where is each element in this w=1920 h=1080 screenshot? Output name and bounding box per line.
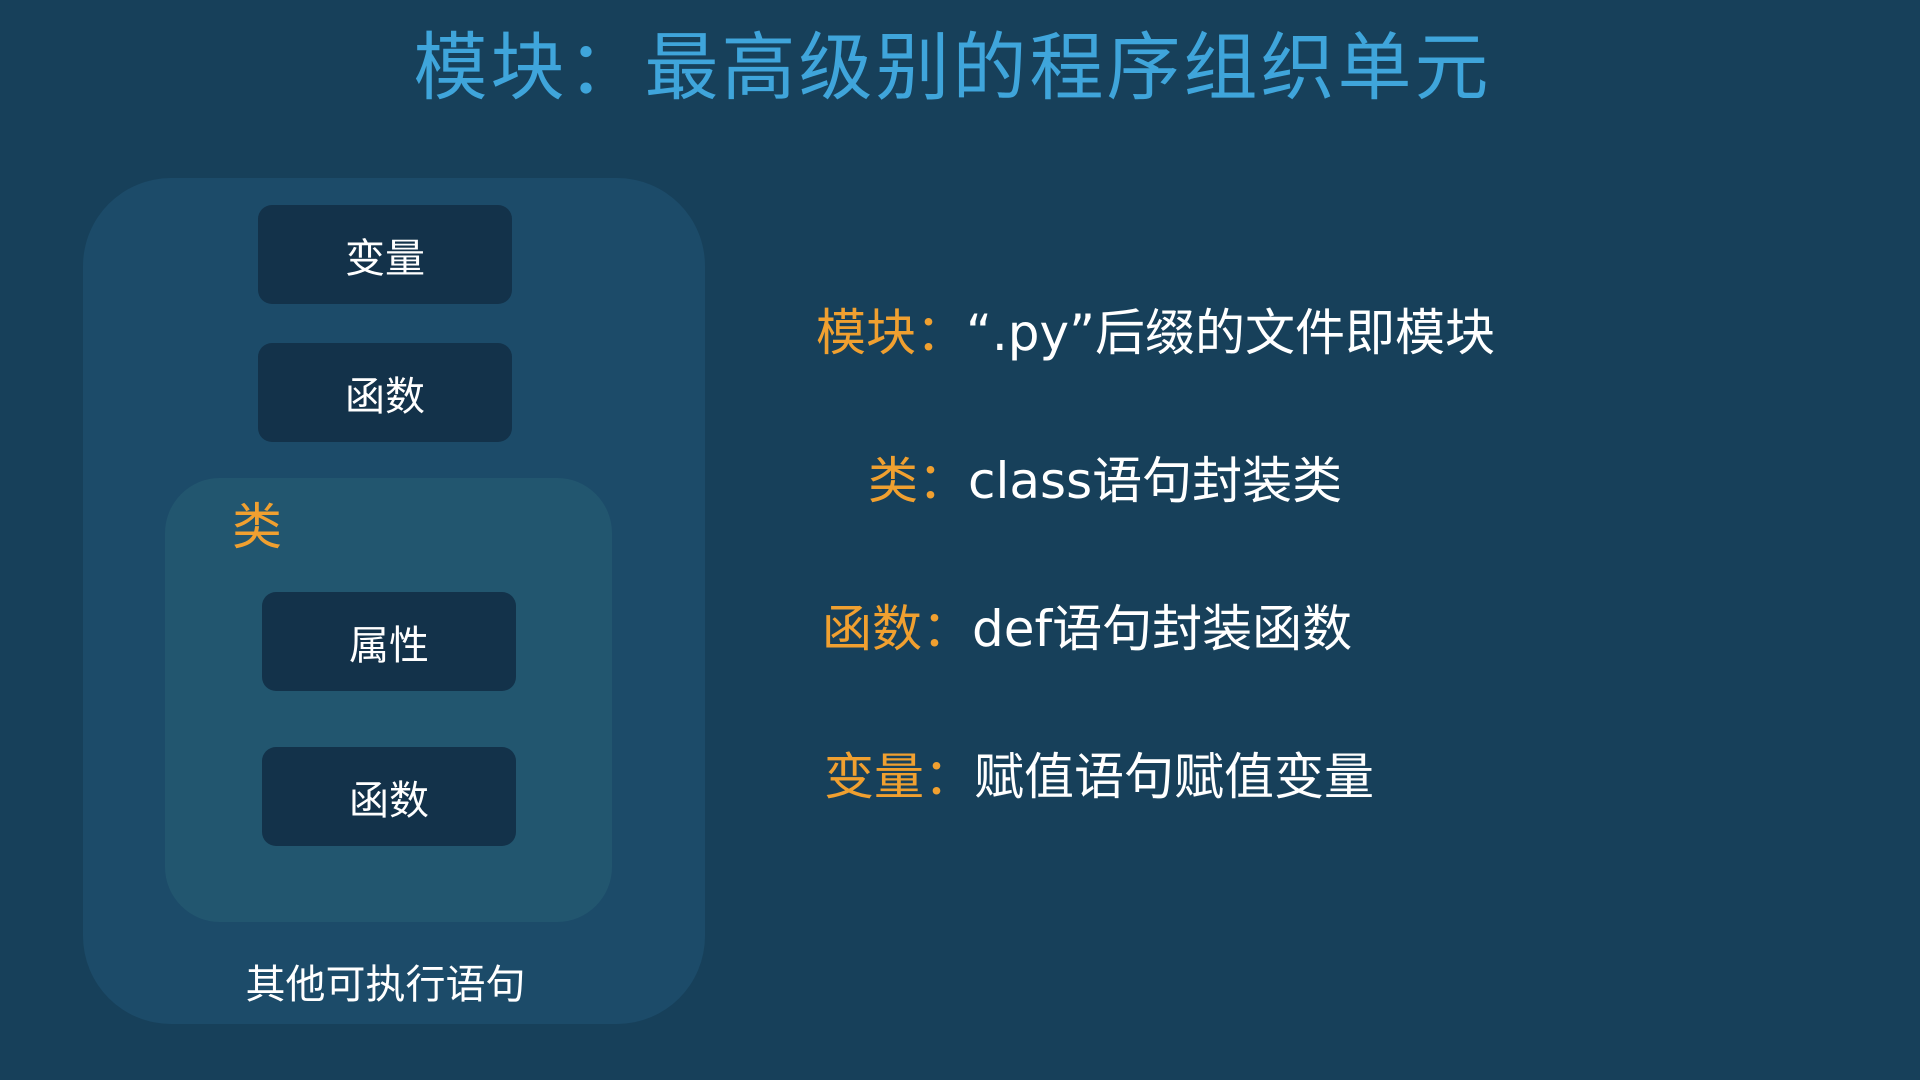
- attribute-box-label: 属性: [349, 622, 429, 669]
- function-box: 函数: [258, 343, 512, 442]
- definition-class: 类：class语句封装类: [868, 446, 1342, 516]
- variable-box-label: 变量: [345, 235, 425, 282]
- definition-variable: 变量：赋值语句赋值变量: [824, 742, 1374, 812]
- variable-box: 变量: [258, 205, 512, 304]
- definition-desc: 赋值语句赋值变量: [974, 748, 1374, 806]
- definition-term: 模块：: [816, 304, 966, 362]
- definition-desc: class语句封装类: [968, 452, 1343, 510]
- definition-term: 类：: [868, 452, 968, 510]
- definition-function: 函数：def语句封装函数: [822, 594, 1352, 664]
- other-statements-label: 其他可执行语句: [245, 962, 526, 1008]
- slide-title: 模块：最高级别的程序组织单元: [413, 25, 1492, 111]
- definition-module: 模块：“.py”后缀的文件即模块: [816, 298, 1495, 368]
- function-box-label: 函数: [345, 373, 425, 420]
- class-function-box-label: 函数: [349, 777, 429, 824]
- definition-desc: “.py”后缀的文件即模块: [966, 304, 1496, 362]
- class-function-box: 函数: [262, 747, 516, 846]
- class-label: 类: [232, 498, 282, 556]
- definition-term: 变量：: [824, 748, 974, 806]
- definition-desc: def语句封装函数: [972, 600, 1353, 658]
- attribute-box: 属性: [262, 592, 516, 691]
- definition-term: 函数：: [822, 600, 972, 658]
- slide: 模块：最高级别的程序组织单元 变量 函数 类 属性 函数 其他可执行语句 模块：…: [0, 0, 1920, 1080]
